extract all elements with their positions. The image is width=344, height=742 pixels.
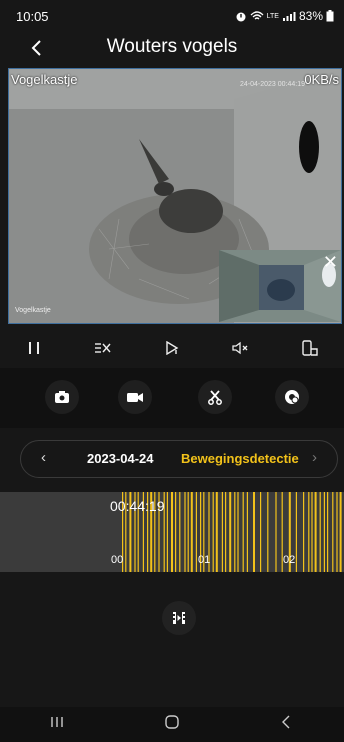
motion-event-bar (275, 492, 277, 572)
empty-area (0, 572, 344, 707)
home-button[interactable] (152, 714, 192, 735)
motion-event-bar (234, 492, 236, 572)
recent-apps-button[interactable] (37, 715, 77, 734)
timeline-tick: 01 (198, 554, 211, 566)
motion-event-bar (212, 492, 214, 572)
motion-event-bar (314, 492, 317, 572)
battery-percent: 83% (298, 9, 323, 23)
motion-event-bar (332, 492, 334, 572)
next-day-icon[interactable]: › (312, 449, 317, 466)
motion-event-bar (339, 492, 342, 572)
timeline-tick: 02 (283, 554, 296, 566)
wifi-icon (250, 11, 264, 20)
camera-watermark: Vogelkastje (15, 307, 51, 314)
scissors-icon (208, 390, 222, 405)
motion-event-bar (246, 492, 248, 572)
video-timestamp: 24-04-2023 00:44:19 (240, 81, 305, 88)
status-icons: LTE 83% (235, 9, 334, 23)
film-icon (173, 612, 185, 624)
alarm-icon (236, 12, 246, 22)
motion-event-bar (195, 492, 197, 572)
camera-name-overlay: Vogelkastje (11, 72, 78, 87)
home-icon (165, 715, 179, 729)
motion-event-bar (303, 492, 305, 572)
video-camera-icon (127, 393, 143, 402)
motion-event-bar (242, 492, 244, 572)
battery-icon (326, 10, 334, 22)
system-nav-bar (0, 707, 344, 742)
motion-event-bar (225, 492, 227, 572)
timeline-current-time: 00:44:19 (110, 498, 165, 514)
date-selector: ‹ 2023-04-24 Bewegingsdetectie › (20, 440, 338, 478)
motion-event-bar (336, 492, 338, 572)
motion-event-bar (237, 492, 239, 572)
pause-button[interactable] (19, 333, 49, 363)
back-icon[interactable] (27, 34, 47, 62)
pip-close-icon[interactable]: ✕ (323, 253, 338, 271)
status-time: 10:05 (16, 9, 49, 24)
motion-event-bar (190, 492, 193, 572)
play-next-icon (166, 341, 179, 355)
clip-button[interactable] (198, 380, 232, 414)
motion-event-bar (184, 492, 186, 572)
motion-event-bar (171, 492, 173, 572)
motion-event-bar (253, 492, 255, 572)
motion-event-bar (175, 492, 177, 572)
bitrate-indicator: 0KB/s (304, 72, 339, 87)
motion-event-bar (327, 492, 329, 572)
motion-event-bar (215, 492, 218, 572)
speaker-mute-icon (232, 341, 248, 355)
timeline-tick: 00 (111, 554, 124, 566)
signal-icon (282, 12, 296, 21)
video-player[interactable]: Vogelkastje 0KB/s 24-04-2023 00:44:19 Vo… (8, 68, 342, 324)
lte-icon: LTE (266, 12, 279, 20)
motion-event-bar (221, 492, 223, 572)
motion-event-bar (308, 492, 310, 572)
motion-event-bar (267, 492, 269, 572)
motion-event-bar (229, 492, 232, 572)
record-button[interactable] (118, 380, 152, 414)
motion-event-bar (319, 492, 321, 572)
rotate-screen-icon (301, 340, 318, 356)
motion-event-bar (166, 492, 168, 572)
camera-icon (55, 391, 69, 403)
motion-event-bar (260, 492, 262, 572)
motion-event-bar (187, 492, 189, 572)
step-forward-button[interactable] (157, 333, 187, 363)
recent-apps-icon (51, 717, 64, 727)
quality-icon (95, 343, 111, 353)
snapshot-button[interactable] (45, 380, 79, 414)
status-bar: 10:05 LTE 83% (0, 0, 344, 32)
motion-event-bar (179, 492, 181, 572)
privacy-button[interactable] (275, 380, 309, 414)
event-filter[interactable]: Bewegingsdetectie (181, 451, 299, 466)
selected-date[interactable]: 2023-04-24 (87, 451, 154, 466)
chevron-left-icon (281, 715, 290, 729)
orientation-button[interactable] (295, 333, 325, 363)
mute-button[interactable] (226, 333, 256, 363)
motion-event-bar (323, 492, 325, 572)
action-bar (0, 368, 344, 428)
player-controls (0, 330, 344, 366)
previous-day-icon[interactable]: ‹ (41, 449, 46, 466)
app-header: Wouters vogels (0, 32, 344, 68)
quality-button[interactable] (88, 333, 118, 363)
eye-privacy-icon (285, 390, 299, 404)
motion-event-bar (295, 492, 297, 572)
page-title: Wouters vogels (106, 36, 238, 57)
playback-timeline[interactable]: 00:44:19 00 01 02 (0, 492, 344, 572)
pause-icon (29, 342, 40, 354)
motion-event-bar (311, 492, 313, 572)
recordings-button[interactable] (162, 601, 196, 635)
system-back-button[interactable] (267, 714, 307, 735)
